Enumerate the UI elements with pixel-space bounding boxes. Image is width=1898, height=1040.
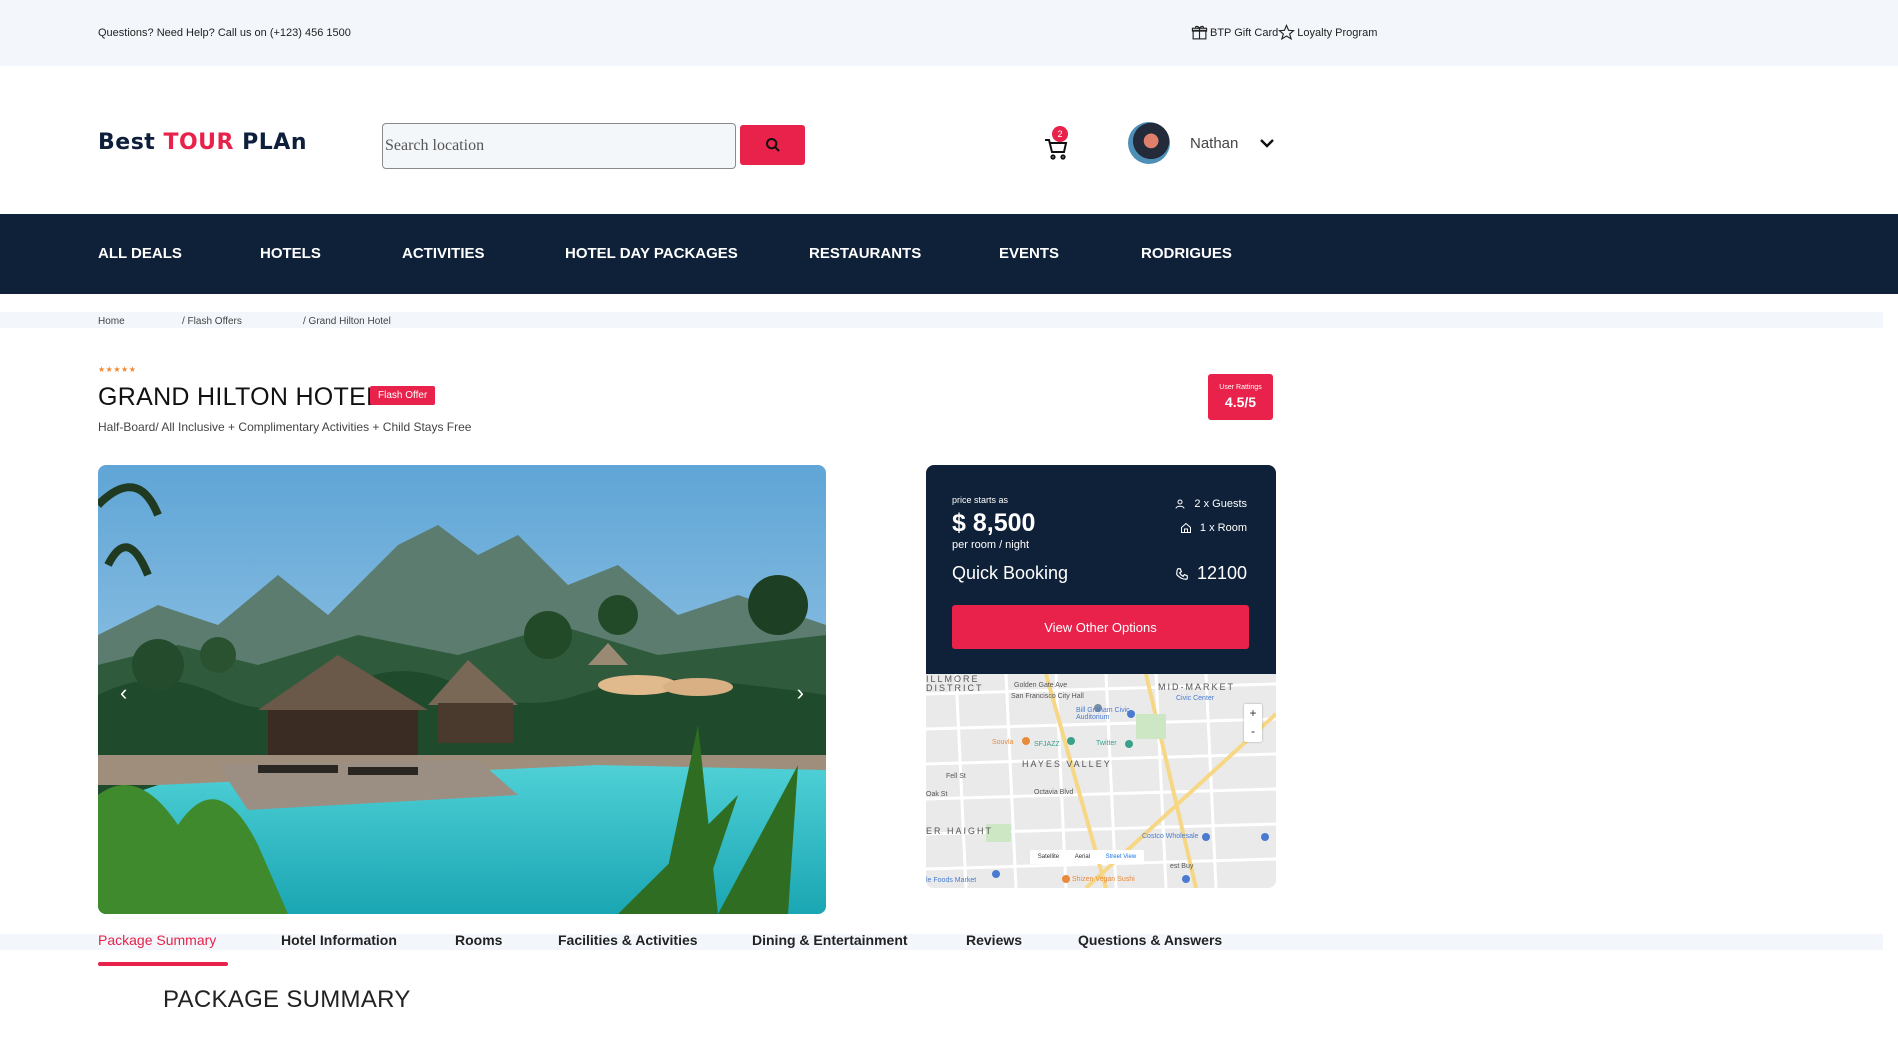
map-place-label: Fell St	[946, 773, 966, 780]
active-tab-indicator	[98, 962, 228, 966]
map-place-label: est Buy	[1170, 863, 1194, 870]
map-place-label: Civic Center	[1176, 695, 1215, 702]
search-button[interactable]	[740, 125, 805, 165]
nav-activities[interactable]: ACTIVITIES	[402, 245, 485, 262]
map-type-aerial[interactable]: Aerial	[1075, 854, 1090, 860]
star-rating: ★★★★★	[98, 365, 137, 374]
map-place-label: San Francisco City Hall	[1011, 693, 1084, 700]
map-area-label: HAYES VALLEY	[1022, 759, 1112, 769]
user-menu[interactable]: Nathan	[1128, 122, 1275, 164]
gift-card-label: BTP Gift Card	[1210, 26, 1279, 39]
tab-hotel-information[interactable]: Hotel Information	[281, 932, 397, 948]
logo-best: Best	[98, 130, 164, 155]
main-nav: ALL DEALS HOTELS ACTIVITIES HOTEL DAY PA…	[0, 214, 1898, 294]
cart-button[interactable]: 2	[1042, 126, 1072, 160]
logo-plan: PLAn	[233, 130, 307, 155]
hotel-pool-image	[98, 465, 826, 914]
breadcrumb-current: / Grand Hilton Hotel	[303, 316, 391, 327]
map-place-label: Shizen Vegan Sushi	[1072, 876, 1135, 883]
nav-hotels[interactable]: HOTELS	[260, 245, 321, 262]
map-type-street-view[interactable]: Street View	[1106, 854, 1137, 860]
view-other-options-button[interactable]: View Other Options	[952, 605, 1249, 649]
map-place-label: Costco Wholesale	[1142, 833, 1199, 840]
map-place-label: Octavia Blvd	[1034, 789, 1074, 796]
map-area-label: MID-MARKET	[1158, 682, 1235, 692]
price-value: $ 8,500	[952, 509, 1036, 537]
booking-card: price starts as $ 8,500 per room / night…	[926, 465, 1276, 674]
nav-all-deals[interactable]: ALL DEALS	[98, 245, 182, 262]
tab-reviews[interactable]: Reviews	[966, 932, 1022, 948]
rooms-selector[interactable]: 1 x Room	[1180, 522, 1247, 534]
user-rating-label: User Rattings	[1219, 384, 1262, 391]
map-area-label: DISTRICT	[926, 683, 984, 693]
user-rating-badge: User Rattings 4.5/5	[1208, 374, 1273, 420]
map-place-label: Golden Gate Ave	[1014, 682, 1068, 689]
phone-icon	[1176, 567, 1188, 580]
map-zoom-control: + -	[1244, 704, 1262, 742]
flash-offer-badge: Flash Offer	[370, 386, 436, 405]
nav-events[interactable]: EVENTS	[999, 245, 1059, 262]
hotel-image-carousel[interactable]: ‹ ›	[98, 465, 826, 914]
section-title: PACKAGE SUMMARY	[163, 986, 411, 1013]
map-place-label: Bill Graham Civic Auditorium	[1076, 707, 1130, 721]
location-map[interactable]: ILLMORE DISTRICT MID-MARKET HAYES VALLEY…	[926, 674, 1276, 888]
breadcrumb-flash-offers[interactable]: / Flash Offers	[182, 316, 242, 327]
user-name: Nathan	[1190, 134, 1239, 152]
page-title: GRAND HILTON HOTEL	[98, 383, 381, 411]
tab-rooms[interactable]: Rooms	[455, 932, 502, 948]
zoom-out-button[interactable]: -	[1244, 722, 1262, 740]
guests-value: 2 x Guests	[1194, 498, 1247, 510]
carousel-prev-button[interactable]: ‹	[120, 680, 127, 706]
tab-facilities-activities[interactable]: Facilities & Activities	[558, 932, 698, 948]
map-place-label: SFJAZZ	[1034, 741, 1060, 748]
cart-icon	[1045, 139, 1068, 160]
breadcrumb-home[interactable]: Home	[98, 316, 125, 327]
help-text: Questions? Need Help? Call us on (+123) …	[98, 27, 351, 39]
chevron-down-icon	[1260, 139, 1275, 148]
search-icon	[765, 138, 780, 152]
nav-restaurants[interactable]: RESTAURANTS	[809, 245, 921, 262]
user-rating-value: 4.5/5	[1224, 394, 1257, 410]
user-icon	[1175, 499, 1185, 509]
price-unit: per room / night	[952, 539, 1030, 551]
home-icon	[1180, 522, 1191, 533]
map-place-label: le Foods Market	[926, 877, 977, 884]
tab-package-summary[interactable]: Package Summary	[98, 932, 216, 948]
map-area-label: ER HAIGHT	[926, 826, 994, 836]
nav-rodrigues[interactable]: RODRIGUES	[1141, 245, 1232, 262]
tab-dining-entertainment[interactable]: Dining & Entertainment	[752, 932, 908, 948]
nav-hotel-day-packages[interactable]: HOTEL DAY PACKAGES	[565, 245, 738, 262]
tab-questions-answers[interactable]: Questions & Answers	[1078, 932, 1222, 948]
header: Best TOUR PLAn 2 Nathan	[0, 66, 1898, 214]
loyalty-link[interactable]: Loyalty Program	[1278, 24, 1377, 41]
phone-number: 12100	[1196, 563, 1247, 583]
package-subtitle: Half-Board/ All Inclusive + Complimentar…	[98, 420, 472, 434]
star-icon	[1278, 24, 1296, 41]
breadcrumb: Home / Flash Offers / Grand Hilton Hotel	[0, 312, 1883, 328]
logo-tour: TOUR	[163, 130, 234, 155]
gift-icon	[1191, 25, 1208, 40]
map-type-switcher: Satellite Aerial Street View	[1030, 850, 1144, 864]
logo[interactable]: Best TOUR PLAn	[98, 130, 307, 155]
map-type-satellite[interactable]: Satellite	[1038, 854, 1059, 860]
top-links: BTP Gift Card Loyalty Program	[1191, 24, 1377, 41]
loyalty-label: Loyalty Program	[1297, 26, 1378, 39]
top-bar: Questions? Need Help? Call us on (+123) …	[0, 0, 1898, 66]
map-place-label: Twitter	[1096, 740, 1117, 747]
gift-card-link[interactable]: BTP Gift Card	[1191, 24, 1278, 41]
search-input[interactable]	[382, 123, 736, 169]
map-place-label: Oak St	[926, 791, 948, 798]
price-label: price starts as	[952, 495, 1009, 505]
map-place-label: Souvla	[992, 739, 1014, 746]
zoom-in-button[interactable]: +	[1244, 704, 1262, 722]
rooms-value: 1 x Room	[1199, 522, 1247, 534]
quick-booking-phone[interactable]: 12100	[1175, 563, 1247, 584]
carousel-next-button[interactable]: ›	[797, 680, 804, 706]
quick-booking-label: Quick Booking	[952, 563, 1069, 583]
avatar	[1128, 122, 1170, 164]
guests-selector[interactable]: 2 x Guests	[1174, 498, 1247, 510]
